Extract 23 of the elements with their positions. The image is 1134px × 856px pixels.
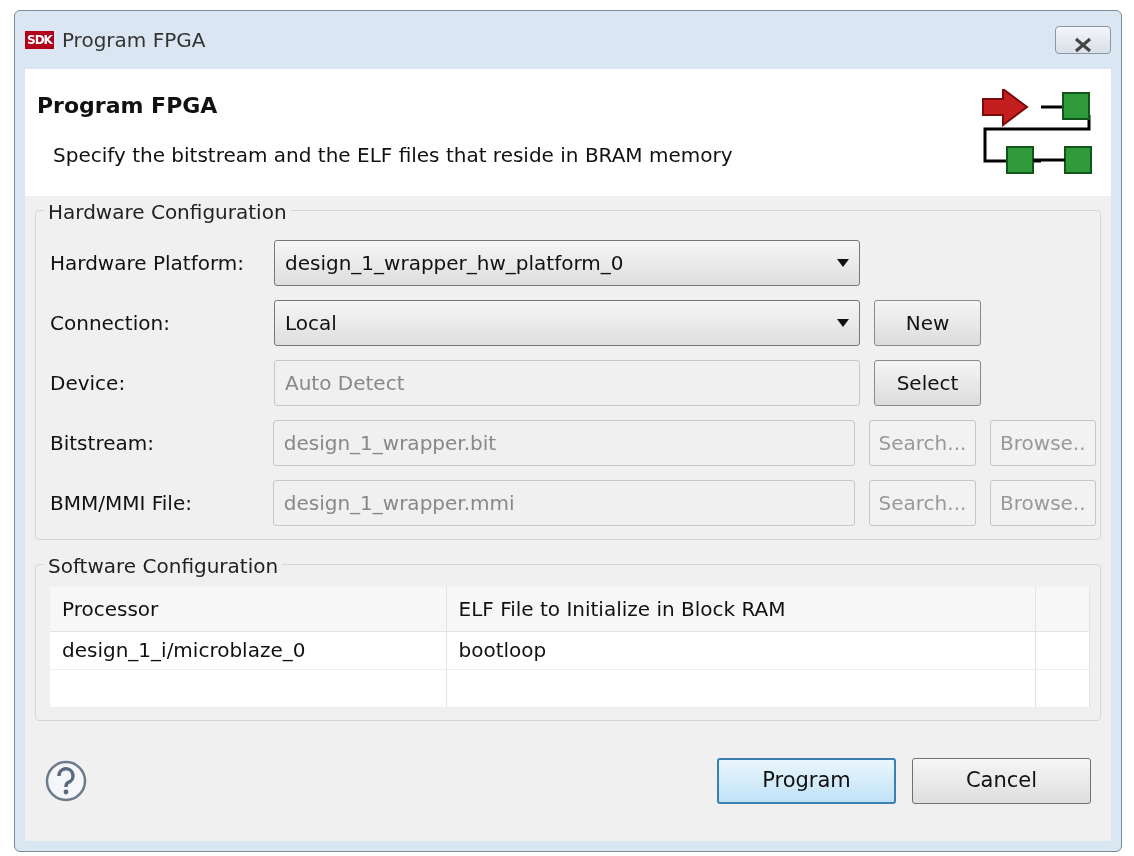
- close-button[interactable]: [1055, 26, 1111, 54]
- field-label: Hardware Platform:: [50, 250, 245, 277]
- field-label: Bitstream:: [50, 430, 155, 457]
- dialog-heading: Program FPGA: [37, 92, 219, 120]
- field-label: Connection:: [50, 310, 171, 337]
- table-cell: design_1_i/microblaze_0: [50, 631, 446, 669]
- caret-icon: [837, 259, 849, 267]
- column-header: ELF File to Initialize in Block RAM: [446, 587, 1036, 631]
- field-label: BMM/MMI File:: [50, 490, 193, 517]
- caret-icon: [837, 319, 849, 327]
- field-label: Device:: [50, 370, 127, 397]
- button[interactable]: Cancel: [912, 758, 1091, 804]
- dropdown[interactable]: Local: [274, 300, 860, 346]
- help-icon[interactable]: [45, 760, 87, 802]
- button[interactable]: New: [874, 300, 981, 346]
- dialog-description: Specify the bitstream and the ELF files that reside in BRAM memory: [53, 142, 733, 169]
- dropdown[interactable]: design_1_wrapper_hw_platform_0: [274, 240, 860, 286]
- column-header: Processor: [50, 587, 446, 631]
- app-logo: SDK: [25, 31, 54, 49]
- table-cell: bootloop: [446, 631, 1036, 669]
- button[interactable]: Program: [717, 758, 896, 804]
- window-title: Program FPGA: [61, 27, 206, 54]
- close-icon: [1073, 36, 1093, 53]
